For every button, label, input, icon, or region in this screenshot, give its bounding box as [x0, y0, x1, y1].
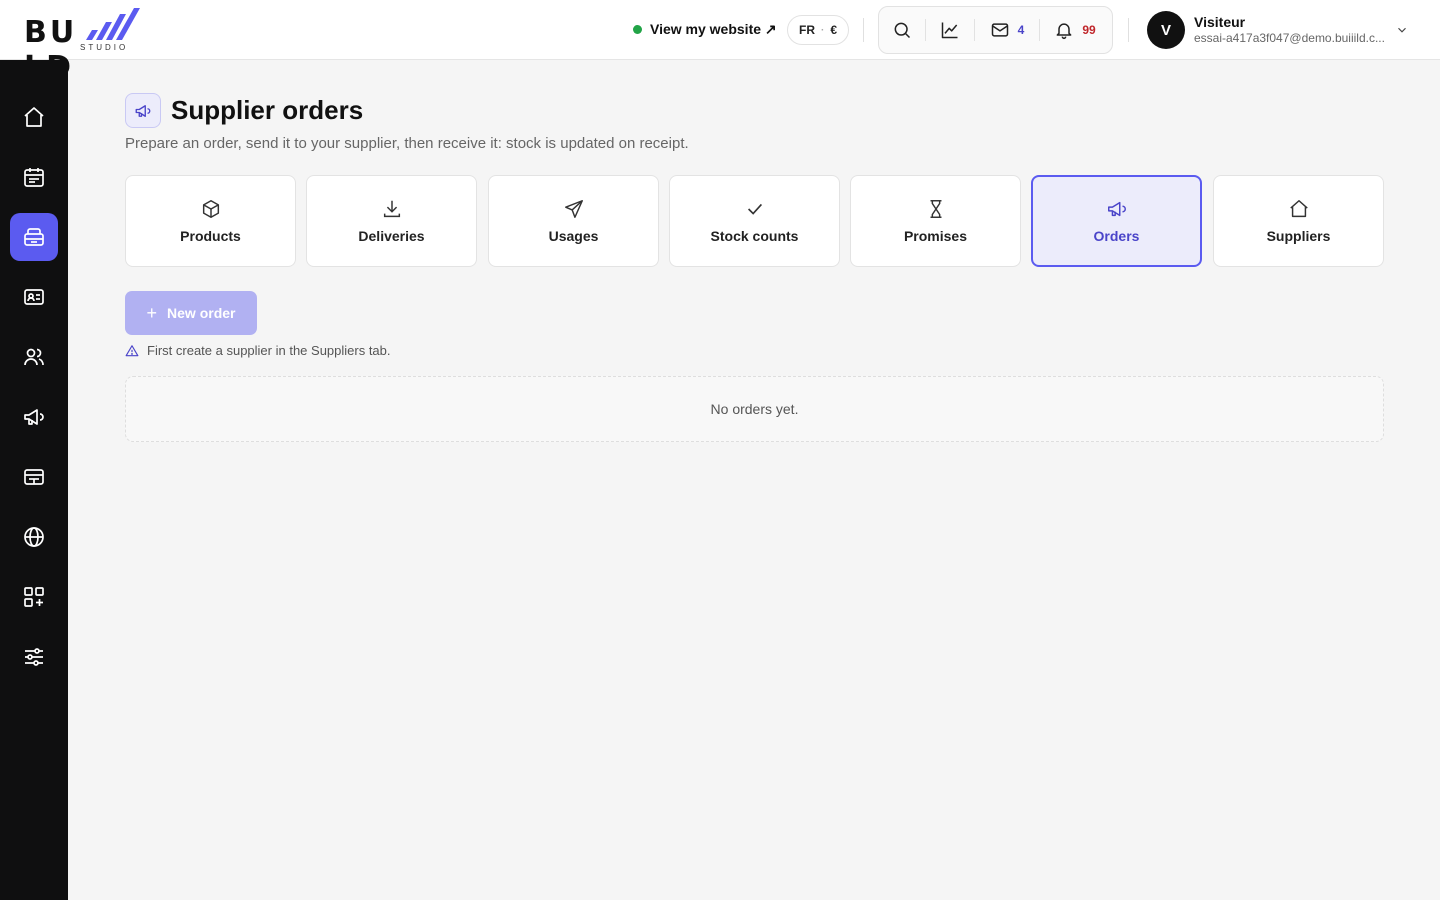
chevron-down-icon — [1398, 27, 1406, 33]
messages-button[interactable]: 4 — [975, 7, 1039, 53]
sidebar-item-calendar[interactable] — [10, 153, 58, 201]
megaphone-icon — [1107, 201, 1126, 217]
currency-symbol: € — [830, 23, 838, 37]
tab-orders[interactable]: Orders — [1031, 175, 1202, 267]
box-icon — [202, 200, 219, 218]
tab-usages[interactable]: Usages — [488, 175, 659, 267]
payment-icon — [24, 469, 44, 485]
page-title-icon — [125, 93, 161, 128]
tab-label: Deliveries — [358, 228, 425, 244]
logo[interactable]: BULD STUDIO — [24, 8, 184, 85]
tab-label: Orders — [1093, 228, 1140, 244]
check-icon — [747, 203, 762, 215]
home-icon — [1289, 200, 1308, 218]
contact-card-icon — [24, 289, 44, 305]
logo-subtitle: STUDIO — [80, 43, 129, 52]
notifications-count: 99 — [1082, 23, 1096, 37]
view-website-link[interactable]: View my website ↗ — [633, 18, 777, 40]
analytics-button[interactable] — [926, 7, 974, 53]
apps-add-icon — [24, 587, 44, 607]
tab-label: Suppliers — [1266, 228, 1331, 244]
language-currency-selector[interactable]: FR · € — [787, 15, 849, 45]
new-order-button[interactable]: + New order — [125, 291, 257, 335]
chart-line-icon — [941, 22, 958, 39]
bell-icon — [1056, 23, 1072, 40]
page-title: Supplier orders — [171, 95, 364, 125]
search-icon — [894, 22, 911, 39]
tab-stock-counts[interactable]: Stock counts — [669, 175, 840, 267]
tab-label: Stock counts — [710, 228, 799, 244]
logo-bars-icon — [86, 8, 140, 40]
send-icon — [564, 200, 583, 218]
download-icon — [383, 200, 400, 218]
language-code: FR — [798, 23, 815, 37]
search-button[interactable] — [879, 7, 925, 53]
tab-label: Usages — [548, 228, 599, 244]
sidebar-item-users[interactable] — [10, 333, 58, 381]
warning-icon — [125, 344, 139, 356]
header-divider — [1128, 18, 1129, 42]
globe-icon — [24, 527, 44, 547]
hourglass-icon — [930, 200, 941, 218]
online-status-dot — [633, 24, 642, 34]
sidebar-item-contacts[interactable] — [10, 273, 58, 321]
empty-state-text: No orders yet. — [710, 401, 799, 417]
user-name: Visiteur — [1194, 14, 1246, 30]
header-tools: 4 99 — [878, 6, 1113, 54]
sidebar-item-marketing[interactable] — [10, 393, 58, 441]
tab-deliveries[interactable]: Deliveries — [306, 175, 477, 267]
tab-label: Promises — [903, 228, 968, 244]
messages-count: 4 — [1017, 23, 1025, 37]
mail-icon — [991, 23, 1008, 37]
user-email: essai-a417a3f047@demo.buiiild.c... — [1194, 31, 1385, 45]
sidebar-item-home[interactable] — [10, 93, 58, 141]
tab-suppliers[interactable]: Suppliers — [1213, 175, 1384, 267]
megaphone-icon — [24, 409, 44, 425]
home-icon — [24, 107, 44, 127]
top-header: BULD STUDIO View my website ↗ FR · € 4 — [0, 0, 1440, 85]
warning-text: First create a supplier in the Suppliers… — [147, 343, 391, 358]
notifications-button[interactable]: 99 — [1040, 7, 1110, 53]
new-order-label: New order — [167, 305, 236, 321]
sidebar — [0, 60, 68, 900]
inventory-icon — [24, 228, 44, 246]
avatar: V — [1147, 11, 1185, 49]
orders-empty-state: No orders yet. — [125, 376, 1384, 442]
view-website-label: View my website ↗ — [650, 20, 777, 37]
megaphone-icon — [135, 104, 151, 117]
sidebar-item-inventory[interactable] — [10, 213, 58, 261]
sidebar-item-website[interactable] — [10, 513, 58, 561]
supplier-warning: First create a supplier in the Suppliers… — [125, 343, 391, 358]
sidebar-item-apps[interactable] — [10, 573, 58, 621]
calendar-icon — [24, 168, 44, 187]
users-icon — [24, 348, 44, 366]
settings-sliders-icon — [25, 648, 43, 666]
sidebar-item-settings[interactable] — [10, 633, 58, 681]
page-subtitle: Prepare an order, send it to your suppli… — [125, 135, 689, 152]
tab-products[interactable]: Products — [125, 175, 296, 267]
plus-icon: + — [146, 303, 158, 323]
header-divider — [863, 18, 864, 42]
user-menu[interactable]: V Visiteur essai-a417a3f047@demo.buiiild… — [1147, 11, 1417, 49]
sidebar-item-payments[interactable] — [10, 453, 58, 501]
tab-promises[interactable]: Promises — [850, 175, 1021, 267]
tab-label: Products — [180, 228, 241, 244]
